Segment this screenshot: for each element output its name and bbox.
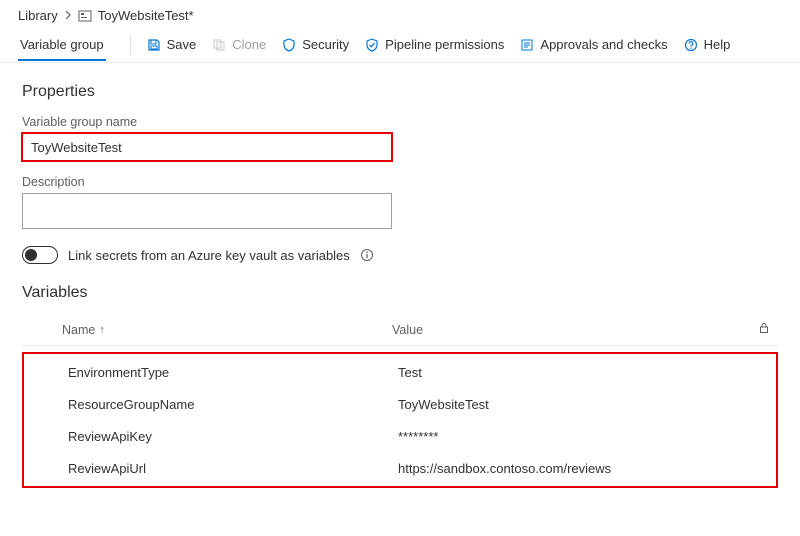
- variable-name: ReviewApiUrl: [64, 457, 394, 480]
- help-button[interactable]: Help: [676, 33, 739, 56]
- breadcrumb: Library ToyWebsiteTest*: [0, 0, 800, 27]
- variable-name: ReviewApiKey: [64, 425, 394, 448]
- variable-value: Test: [394, 361, 736, 384]
- help-label: Help: [704, 37, 731, 52]
- variable-value: https://sandbox.contoso.com/reviews: [394, 457, 736, 480]
- pipeline-permissions-button[interactable]: Pipeline permissions: [357, 33, 512, 56]
- save-label: Save: [167, 37, 197, 52]
- properties-heading: Properties: [22, 83, 778, 101]
- variables-table-header: Name ↑ Value: [22, 316, 778, 346]
- info-icon[interactable]: [360, 248, 374, 262]
- column-value[interactable]: Value: [392, 323, 738, 337]
- shield-check-icon: [365, 38, 379, 52]
- help-icon: [684, 38, 698, 52]
- pipeline-permissions-label: Pipeline permissions: [385, 37, 504, 52]
- chevron-right-icon: [64, 10, 72, 22]
- table-row[interactable]: ReviewApiKey ********: [24, 420, 776, 452]
- variable-group-name-label: Variable group name: [22, 115, 778, 129]
- table-row[interactable]: EnvironmentType Test: [24, 356, 776, 388]
- lock-icon: [758, 322, 770, 334]
- variables-heading: Variables: [22, 284, 778, 302]
- approvals-button[interactable]: Approvals and checks: [512, 33, 675, 56]
- checklist-icon: [520, 38, 534, 52]
- toggle-knob: [25, 249, 37, 261]
- variable-name: EnvironmentType: [64, 361, 394, 384]
- variable-name: ResourceGroupName: [64, 393, 394, 416]
- description-label: Description: [22, 175, 778, 189]
- variable-value: ********: [394, 425, 736, 448]
- approvals-label: Approvals and checks: [540, 37, 667, 52]
- variable-value: ToyWebsiteTest: [394, 393, 736, 416]
- variable-group-name-input[interactable]: [22, 133, 392, 161]
- table-row[interactable]: ResourceGroupName ToyWebsiteTest: [24, 388, 776, 420]
- clone-icon: [212, 38, 226, 52]
- sort-asc-icon: ↑: [99, 324, 105, 336]
- link-keyvault-label: Link secrets from an Azure key vault as …: [68, 248, 350, 263]
- breadcrumb-title: ToyWebsiteTest*: [98, 8, 194, 23]
- clone-button: Clone: [204, 33, 274, 56]
- toolbar: Variable group Save Clone Security Pipel…: [0, 27, 800, 63]
- column-lock: [738, 322, 778, 337]
- table-row[interactable]: ReviewApiUrl https://sandbox.contoso.com…: [24, 452, 776, 484]
- description-input[interactable]: [22, 193, 392, 229]
- clone-label: Clone: [232, 37, 266, 52]
- security-button[interactable]: Security: [274, 33, 357, 56]
- variables-table-body: EnvironmentType Test ResourceGroupName T…: [22, 352, 778, 488]
- security-label: Security: [302, 37, 349, 52]
- save-button[interactable]: Save: [139, 33, 205, 56]
- column-name-label: Name: [62, 323, 95, 337]
- shield-icon: [282, 38, 296, 52]
- link-keyvault-toggle[interactable]: [22, 246, 58, 264]
- tab-variable-group[interactable]: Variable group: [18, 29, 106, 61]
- toolbar-divider: [130, 35, 131, 55]
- column-name[interactable]: Name ↑: [62, 323, 392, 337]
- save-icon: [147, 38, 161, 52]
- breadcrumb-root[interactable]: Library: [18, 8, 58, 23]
- variable-group-icon: [78, 9, 92, 23]
